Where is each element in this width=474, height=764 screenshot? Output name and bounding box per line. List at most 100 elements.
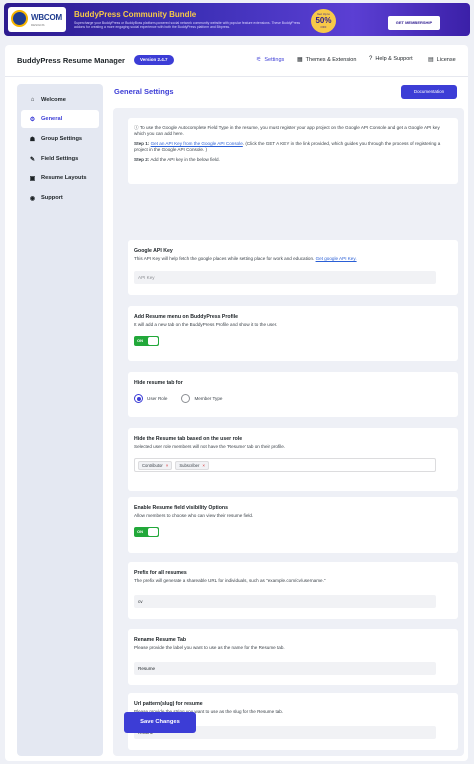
logo-mark-icon [11, 10, 28, 27]
save-changes-button[interactable]: Save Changes [124, 712, 196, 733]
rename-card: Rename Resume Tab Please provide the lab… [128, 629, 458, 685]
gear-icon: ⚙ [29, 116, 36, 123]
toggle-state: ON [137, 338, 143, 343]
radio-label: User Role [147, 396, 168, 401]
step-2-text: Add the API key in the below field. [150, 157, 220, 162]
rename-label: Rename Resume Tab [134, 637, 187, 643]
sidebar-item-welcome[interactable]: ⌂ Welcome [21, 91, 99, 109]
api-key-input[interactable]: API Key [134, 271, 436, 284]
slug-label: Url pattern(slug) for resume [134, 701, 203, 707]
intro-step-1: Step 1: Get an API Key from the Google A… [134, 141, 452, 153]
rename-desc: Please provide the label you want to use… [134, 645, 285, 650]
sidebar-item-field-settings[interactable]: ✎ Field Settings [21, 150, 99, 168]
tab-help-label: Help & Support [375, 56, 413, 62]
sidebar-item-resume-layouts[interactable]: ▣ Resume Layouts [21, 169, 99, 187]
visibility-toggle[interactable]: ON [134, 527, 159, 537]
remove-tag-icon[interactable]: × [202, 463, 205, 468]
add-menu-toggle[interactable]: ON [134, 336, 159, 346]
step-1-label: Step 1: [134, 141, 150, 146]
step-2-label: Step 2: [134, 157, 150, 162]
hide-tab-for-label: Hide resume tab for [134, 380, 183, 386]
banner-title: BuddyPress Community Bundle [74, 10, 197, 19]
hide-tab-for-radios: User Role Member Type [134, 394, 452, 403]
visibility-card: Enable Resume field visibility Options A… [128, 497, 458, 553]
sliders-icon: ⚟ [256, 57, 262, 63]
api-key-description: This API Key will help fetch the google … [134, 256, 315, 261]
toggle-state: ON [137, 529, 143, 534]
sidebar-item-support[interactable]: ◉ Support [21, 189, 99, 207]
radio-user-role[interactable]: User Role [134, 394, 167, 403]
add-menu-card: Add Resume menu on BuddyPress Profile It… [128, 306, 458, 361]
visibility-desc: Allow members to choose who can view the… [134, 513, 254, 518]
tab-themes-extension[interactable]: ▦ Themes & Extension [297, 56, 357, 64]
prefix-desc: The prefix will generate a shareable URL… [134, 578, 326, 583]
prefix-card: Prefix for all resumes The prefix will g… [128, 562, 458, 619]
api-key-card: Google API Key This API Key will help fe… [128, 240, 458, 295]
radio-dot-selected [134, 394, 143, 403]
remove-tag-icon[interactable]: × [166, 463, 169, 468]
sidebar-item-label: General [41, 116, 63, 122]
sidebar-item-label: Welcome [41, 97, 66, 103]
intro-line: To use the Google Autocomplete Field Typ… [134, 125, 440, 136]
role-tag-subscriber: Subscriber × [175, 460, 210, 470]
radio-member-type[interactable]: Member Type [181, 394, 222, 403]
role-tag-label: Contributor [142, 462, 163, 468]
add-menu-desc: It will add a new tab on the BuddyPress … [134, 322, 278, 327]
intro-text: ⓘ To use the Google Autocomplete Field T… [134, 125, 452, 137]
radio-label: Member Type [194, 396, 223, 401]
sidebar-item-group-settings[interactable]: ☗ Group Settings [21, 130, 99, 148]
settings-panel: BuddyPress Resume Manager Version 2.4.7 … [5, 45, 468, 761]
home-icon: ⌂ [30, 97, 35, 103]
prefix-label: Prefix for all resumes [134, 570, 187, 576]
sidebar-item-label: Support [41, 195, 63, 201]
sidebar-item-label: Resume Layouts [41, 175, 87, 181]
promo-banner[interactable]: WBCOM DESIGNS BuddyPress Community Bundl… [4, 3, 470, 36]
intro-step-2: Step 2: Add the API key in the below fie… [134, 157, 452, 163]
wbcom-logo: WBCOM DESIGNS [8, 7, 66, 32]
header-divider [5, 76, 468, 77]
user-role-multiselect[interactable]: Contributor × Subscriber × [134, 458, 436, 472]
get-google-api-key-link[interactable]: Get google API Key. [316, 256, 357, 261]
help-icon: ? [369, 56, 373, 62]
rename-input[interactable]: Resume [134, 662, 436, 675]
api-key-desc: This API Key will help fetch the google … [134, 256, 452, 262]
logo-subtext: DESIGNS [31, 23, 45, 27]
support-icon: ◉ [29, 195, 36, 202]
role-tag-label: Subscriber [179, 462, 200, 468]
tab-themes-label: Themes & Extension [305, 56, 357, 63]
hide-tab-for-card: Hide resume tab for User Role Member Typ… [128, 372, 458, 417]
sidebar-item-general[interactable]: ⚙ General [21, 110, 99, 128]
sidebar-item-label: Field Settings [41, 156, 79, 162]
grid-icon: ▦ [297, 57, 303, 63]
discount-badge: Get Up to 50% OFF [311, 9, 336, 33]
documentation-button[interactable]: Documentation [401, 85, 457, 99]
hide-by-role-label: Hide the Resume tab based on the user ro… [134, 436, 243, 442]
tab-license[interactable]: ▤ License [428, 56, 456, 64]
section-title: General Settings [114, 87, 174, 96]
radio-dot [181, 394, 191, 403]
info-icon: ⓘ [134, 125, 139, 130]
tab-settings[interactable]: ⚟ Settings [256, 56, 285, 64]
prefix-input[interactable]: cv [134, 595, 436, 608]
sidebar-item-label: Group Settings [41, 136, 83, 142]
hide-by-role-desc: Selected user role members will not have… [134, 444, 286, 449]
layout-icon: ▣ [29, 175, 36, 182]
logo-text: WBCOM [31, 13, 62, 22]
api-key-label: Google API Key [134, 248, 173, 254]
settings-content: ⓘ To use the Google Autocomplete Field T… [113, 108, 464, 756]
discount-badge-percent: 50% [315, 16, 332, 25]
page-title: BuddyPress Resume Manager [17, 56, 125, 65]
version-badge: Version 2.4.7 [134, 55, 174, 65]
tab-settings-label: Settings [264, 56, 285, 63]
toggle-knob [148, 337, 158, 345]
hide-by-role-card: Hide the Resume tab based on the user ro… [128, 428, 458, 491]
visibility-label: Enable Resume field visibility Options [134, 505, 228, 511]
intro-card: ⓘ To use the Google Autocomplete Field T… [128, 118, 458, 184]
google-api-console-link[interactable]: Get an API Key from the Google API Conso… [151, 141, 243, 146]
license-icon: ▤ [428, 57, 434, 63]
get-membership-button[interactable]: GET MEMBERSHIP [388, 16, 440, 30]
tab-license-label: License [436, 56, 456, 63]
add-menu-label: Add Resume menu on BuddyPress Profile [134, 314, 239, 320]
toggle-knob [148, 528, 158, 536]
tab-help-support[interactable]: ? Help & Support [369, 56, 413, 62]
